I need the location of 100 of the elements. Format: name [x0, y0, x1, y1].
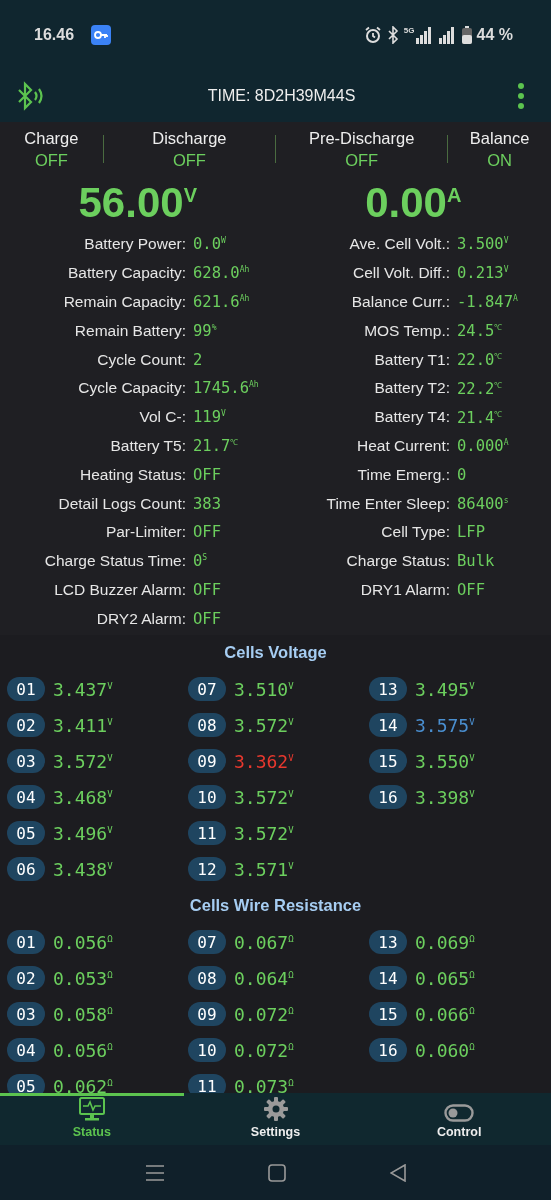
param-value: 24.5$^{℃}$ [457, 321, 503, 341]
menu-icon[interactable] [517, 83, 525, 109]
cell-number: 16 [369, 785, 407, 810]
signal-icon [415, 26, 432, 44]
cell-number: 13 [369, 677, 407, 702]
cell-resistance: 0.069$^{Ω}$ [415, 931, 475, 953]
param-value: 621.6$^{Ah}$ [193, 293, 250, 311]
param-label: Heat Current: [355, 436, 450, 455]
param-value: 0 [457, 465, 467, 484]
cell-number: 01 [7, 930, 45, 955]
cell-voltage: 3.510$^{V}$ [234, 678, 294, 700]
cell-resistance: 0.056$^{Ω}$ [53, 931, 113, 953]
param-value: -1.847$^{A}$ [457, 293, 518, 311]
param-value: 86400$^{s}$ [457, 494, 509, 513]
cell-number: 10 [188, 785, 226, 810]
param-label: Battery Capacity: [66, 264, 186, 283]
bluetooth-icon[interactable] [16, 81, 46, 111]
cell-voltage: 3.572$^{V}$ [234, 714, 294, 736]
home-icon[interactable] [267, 1163, 286, 1182]
cell-resistance: 0.058$^{Ω}$ [53, 1003, 113, 1025]
cell-resistance: 0.065$^{Ω}$ [415, 967, 475, 989]
param-label: MOS Temp.: [363, 321, 450, 340]
cell-number: 10 [188, 1038, 226, 1063]
param-value: 628.0$^{Ah}$ [193, 264, 250, 283]
cell-number: 06 [7, 857, 45, 882]
param-label: Battery T1: [373, 350, 450, 369]
param-value: 99$^{%}$ [193, 321, 217, 340]
param-label: Battery T5: [109, 436, 186, 455]
param-value: 22.0$^{℃}$ [457, 350, 503, 370]
param-label: Cycle Capacity: [77, 379, 186, 398]
cell-resistance: 0.066$^{Ω}$ [415, 1003, 475, 1025]
param-value: OFF [193, 465, 221, 484]
back-icon[interactable] [389, 1163, 406, 1182]
signal-icon [436, 26, 457, 44]
param-label: Time Emerg.: [356, 465, 450, 484]
cell-resistance: 0.053$^{Ω}$ [53, 967, 113, 989]
param-value: OFF [193, 523, 221, 542]
cell-voltage: 3.575$^{V}$ [415, 714, 475, 736]
monitor-icon [78, 1096, 105, 1122]
param-value: 21.4$^{℃}$ [457, 407, 503, 427]
clock: 16.46 [34, 26, 75, 44]
param-label: Remain Capacity: [62, 293, 186, 311]
cell-resistance: 0.056$^{Ω}$ [53, 1039, 113, 1061]
section-title: Cells Wire Resistance [188, 895, 363, 917]
key-icon [91, 25, 112, 45]
cell-number: 08 [188, 966, 226, 991]
cell-number: 04 [7, 785, 45, 810]
toggle-icon [444, 1104, 475, 1122]
cell-voltage: 3.398$^{V}$ [415, 786, 475, 808]
alarm-icon [363, 26, 382, 44]
switch-label: Balance [469, 128, 530, 148]
cell-voltage: 3.495$^{V}$ [415, 678, 475, 700]
param-label: Battery Power: [83, 235, 186, 254]
cell-number: 03 [7, 1002, 45, 1027]
cell-number: 15 [369, 1002, 407, 1027]
cell-number: 16 [369, 1038, 407, 1063]
cell-resistance: 0.067$^{Ω}$ [234, 931, 294, 953]
cell-number: 12 [188, 857, 226, 882]
param-label: Ave. Cell Volt.: [348, 235, 450, 254]
big-reading: 0.00$^{A}$ [364, 179, 463, 227]
cell-number: 11 [188, 821, 226, 846]
nav-tab[interactable]: Settings [183, 1093, 368, 1145]
param-label: Charge Status: [345, 552, 450, 571]
switch-state: OFF [345, 150, 379, 170]
big-reading: 56.00$^{V}$ [77, 179, 198, 227]
cell-number: 09 [188, 1002, 226, 1027]
param-value: 21.7$^{℃}$ [193, 436, 239, 456]
cell-voltage: 3.572$^{V}$ [234, 786, 294, 808]
param-label: DRY1 Alarm: [359, 580, 450, 599]
param-label: Cell Type: [380, 523, 450, 542]
cell-number: 13 [369, 930, 407, 955]
battery-percent: 44 % [476, 26, 513, 44]
cell-resistance: 0.072$^{Ω}$ [234, 1039, 294, 1061]
cell-number: 09 [188, 749, 226, 774]
param-label: Charge Status Time: [43, 552, 186, 571]
param-value: Bulk [457, 552, 495, 571]
cell-number: 02 [7, 966, 45, 991]
cell-voltage: 3.571$^{V}$ [234, 858, 294, 880]
cell-number: 07 [188, 677, 226, 702]
param-value: OFF [193, 609, 221, 628]
param-label: Balance Curr.: [350, 293, 450, 311]
cell-number: 08 [188, 713, 226, 738]
param-value: 0.000$^{A}$ [457, 436, 509, 455]
switch-label: Discharge [152, 128, 227, 148]
battery-icon [461, 26, 472, 44]
switch-state: OFF [172, 150, 206, 170]
bluetooth-icon [386, 26, 399, 44]
cell-voltage: 3.550$^{V}$ [415, 750, 475, 772]
nav-tab[interactable]: Control [367, 1093, 551, 1145]
cell-number: 05 [7, 821, 45, 846]
cell-resistance: 0.072$^{Ω}$ [234, 1003, 294, 1025]
section-title: Cells Voltage [223, 642, 328, 664]
cell-resistance: 0.064$^{Ω}$ [234, 967, 294, 989]
param-label: Vol C-: [138, 408, 186, 427]
param-label: DRY2 Alarm: [95, 609, 186, 628]
cell-voltage: 3.362$^{V}$ [234, 750, 294, 772]
param-value: 119$^{V}$ [193, 408, 226, 427]
param-value: 3.500$^{V}$ [457, 235, 509, 254]
menu-icon[interactable] [145, 1164, 164, 1181]
cell-number: 04 [7, 1038, 45, 1063]
